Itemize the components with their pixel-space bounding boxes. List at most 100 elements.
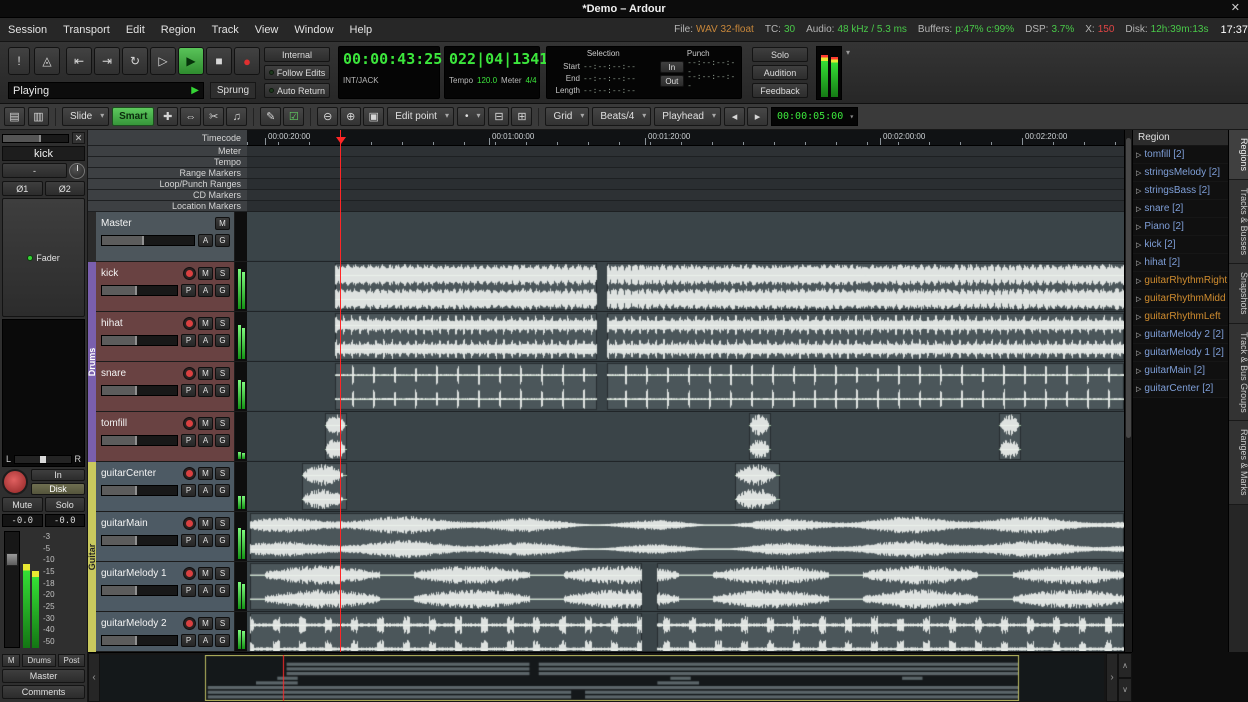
waveform-canvas[interactable] xyxy=(247,412,1124,462)
record-arm-button[interactable] xyxy=(183,517,196,530)
zoom-out-button[interactable]: ⊖ xyxy=(317,107,338,126)
track-a-button[interactable]: A xyxy=(198,534,213,547)
track-p-button[interactable]: P xyxy=(181,484,196,497)
menu-transport[interactable]: Transport xyxy=(55,18,118,42)
audition-mode-button[interactable]: ♫ xyxy=(226,107,247,126)
monitor-disk-button[interactable]: Disk xyxy=(31,483,85,495)
playhead-line[interactable] xyxy=(340,130,341,652)
region-item-stringsbass-2[interactable]: ▷stringsBass [2] xyxy=(1133,182,1228,200)
solo-button[interactable]: S xyxy=(215,417,230,430)
master-button[interactable]: Master xyxy=(2,669,85,683)
feedback-button[interactable]: Feedback xyxy=(752,83,808,98)
track-waveform-kick[interactable] xyxy=(247,262,1124,312)
mute-button[interactable]: M xyxy=(198,367,213,380)
strip-tab-post[interactable]: Post xyxy=(58,654,85,667)
meter-options-caret[interactable]: ▾ xyxy=(846,48,850,57)
track-a-button[interactable]: A xyxy=(198,584,213,597)
track-gain-fader[interactable] xyxy=(101,285,178,296)
ruler-label-range-markers[interactable]: Range Markers xyxy=(88,168,247,179)
menu-track[interactable]: Track xyxy=(204,18,247,42)
side-tab-snapshots[interactable]: Snapshots xyxy=(1229,264,1248,324)
track-name[interactable]: snare xyxy=(101,368,183,379)
mute-button[interactable]: M xyxy=(198,417,213,430)
summary-scroll-right-button[interactable]: › xyxy=(1106,653,1118,702)
panner-display[interactable]: L R xyxy=(2,319,85,467)
punch-in-button[interactable]: In xyxy=(660,61,685,73)
track-g-button[interactable]: G xyxy=(215,434,230,447)
ruler-lane-location-markers[interactable] xyxy=(247,201,1124,212)
region-item-stringsmelody-2[interactable]: ▷stringsMelody [2] xyxy=(1133,164,1228,182)
track-name[interactable]: tomfill xyxy=(101,418,183,429)
track-a-button[interactable]: A xyxy=(198,634,213,647)
group-strip-drums[interactable] xyxy=(88,262,96,312)
ruler-lane-cd-markers[interactable] xyxy=(247,190,1124,201)
range-mode-button[interactable]: ⇔ xyxy=(180,107,201,126)
track-name[interactable]: kick xyxy=(101,268,183,279)
track-a-button[interactable]: A xyxy=(198,484,213,497)
mute-button[interactable]: M xyxy=(198,517,213,530)
phase-button-1[interactable]: Ø1 xyxy=(2,181,43,196)
expander-icon[interactable]: ▷ xyxy=(1136,205,1141,213)
waveform-canvas[interactable] xyxy=(247,212,1124,262)
nudge-backward-button[interactable]: ◂ xyxy=(724,107,745,126)
solo-button[interactable]: S xyxy=(215,317,230,330)
track-gain-fader[interactable] xyxy=(101,335,178,346)
record-arm-button[interactable] xyxy=(183,267,196,280)
track-waveform-guitarmelody-2[interactable] xyxy=(247,612,1124,652)
region-item-guitarmain-2[interactable]: ▷guitarMain [2] xyxy=(1133,362,1228,380)
phase-button-2[interactable]: Ø2 xyxy=(45,181,86,196)
strip-tab-m[interactable]: M xyxy=(2,654,20,667)
loop-button[interactable]: ↻ xyxy=(122,47,148,75)
stop-button[interactable]: ■ xyxy=(206,47,232,75)
edit-mode-combo[interactable]: Slide xyxy=(62,107,109,126)
pan-slider[interactable] xyxy=(14,455,71,464)
expander-icon[interactable]: ▷ xyxy=(1136,313,1141,321)
expander-icon[interactable]: ▷ xyxy=(1136,331,1141,339)
track-p-button[interactable]: P xyxy=(181,434,196,447)
track-p-button[interactable]: P xyxy=(181,534,196,547)
punch-out-button[interactable]: Out xyxy=(660,75,685,87)
waveform-canvas[interactable] xyxy=(247,462,1124,512)
mute-button[interactable]: M xyxy=(198,317,213,330)
trim-knob[interactable] xyxy=(69,163,85,179)
solo-button[interactable]: S xyxy=(215,567,230,580)
track-name[interactable]: Master xyxy=(101,218,215,229)
track-g-button[interactable]: G xyxy=(215,484,230,497)
shuttle-style-button[interactable]: Sprung xyxy=(210,82,256,99)
show-mixer-button[interactable]: ▥ xyxy=(28,107,49,126)
snap-mode-combo[interactable]: Grid xyxy=(545,107,589,126)
play-button[interactable]: ▶ xyxy=(178,47,204,75)
marker-combo[interactable]: • xyxy=(457,107,486,126)
strip-width-slider[interactable] xyxy=(2,134,69,143)
track-header-tomfill[interactable]: tomfillMSPAG xyxy=(96,412,235,462)
track-header-snare[interactable]: snareMSPAG xyxy=(96,362,235,412)
summary-overview[interactable] xyxy=(100,655,1104,701)
menu-help[interactable]: Help xyxy=(342,18,381,42)
ruler-lane-range-markers[interactable] xyxy=(247,168,1124,179)
summary-zoom-down-button[interactable]: ∨ xyxy=(1118,678,1132,702)
side-tab-ranges-marks[interactable]: Ranges & Marks xyxy=(1229,421,1248,505)
menu-region[interactable]: Region xyxy=(153,18,204,42)
ruler-label-tempo[interactable]: Tempo xyxy=(88,157,247,168)
group-strip-drums[interactable] xyxy=(88,412,96,462)
waveform-canvas[interactable] xyxy=(247,562,1124,612)
track-waveform-guitarcenter[interactable] xyxy=(247,462,1124,512)
grab-mode-button[interactable]: ✚ xyxy=(157,107,178,126)
gain-display[interactable]: -0.0 xyxy=(2,514,43,527)
goto-start-button[interactable]: ⇤ xyxy=(66,47,92,75)
nudge-clock[interactable]: 00:00:05:00 xyxy=(771,107,858,126)
zoom-focus-combo[interactable]: Edit point xyxy=(387,107,454,126)
track-header-guitarmain[interactable]: guitarMainMSPAG xyxy=(96,512,235,562)
monitor-input-button[interactable]: In xyxy=(31,469,85,481)
metronome-button[interactable]: ◬ xyxy=(34,47,60,75)
menu-view[interactable]: View xyxy=(247,18,287,42)
record-arm-button[interactable] xyxy=(183,617,196,630)
vertical-scrollbar[interactable] xyxy=(1124,130,1132,652)
track-a-button[interactable]: A xyxy=(198,284,213,297)
mute-button[interactable]: M xyxy=(215,217,230,230)
track-a-button[interactable]: A xyxy=(198,384,213,397)
track-g-button[interactable]: G xyxy=(215,634,230,647)
mute-button[interactable]: M xyxy=(198,617,213,630)
ruler-label-meter[interactable]: Meter xyxy=(88,146,247,157)
play-selection-button[interactable]: ▷ xyxy=(150,47,176,75)
